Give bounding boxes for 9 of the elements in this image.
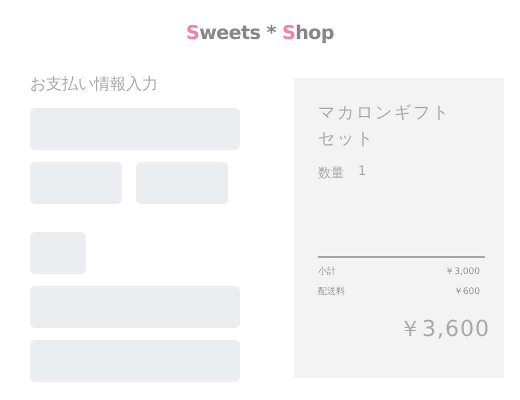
line-label: 小計	[318, 266, 336, 278]
product-name: マカロンギフトセット	[318, 102, 452, 151]
quantity-label: 数量	[318, 165, 344, 182]
line-amount: ￥3,000	[445, 266, 480, 278]
total-price: ￥3,600	[399, 317, 490, 342]
quantity-value: 1	[358, 164, 366, 181]
form-title: お支払い情報入力	[30, 73, 159, 95]
line-amount: ￥600	[454, 286, 480, 298]
line-label: 配送料	[318, 286, 345, 298]
